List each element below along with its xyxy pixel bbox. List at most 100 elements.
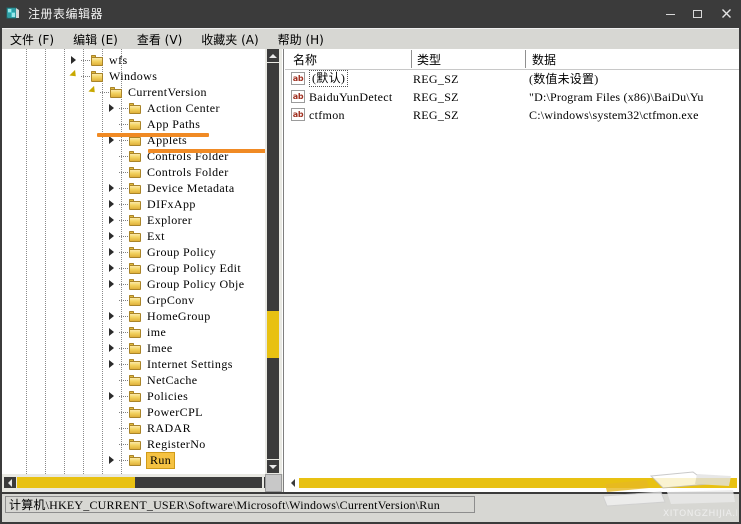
expand-arrow-icon[interactable] [106, 228, 119, 244]
window-title: 注册表编辑器 [28, 6, 104, 21]
expand-arrow-icon[interactable] [106, 308, 119, 324]
expand-arrow-icon[interactable] [68, 52, 81, 68]
tree-item-label: Device Metadata [147, 180, 235, 195]
column-header-name[interactable]: 名称 [293, 51, 317, 68]
value-type: REG_SZ [413, 90, 459, 104]
tree-item[interactable]: Explorer [106, 212, 193, 228]
tree-item[interactable]: Group Policy Edit [106, 260, 242, 276]
status-bar: 计算机\HKEY_CURRENT_USER\Software\Microsoft… [2, 494, 739, 522]
folder-icon [128, 374, 143, 387]
column-divider-2[interactable] [525, 50, 526, 68]
expand-arrow-icon[interactable] [106, 324, 119, 340]
scroll-up-button[interactable] [267, 49, 279, 62]
tree-connector [100, 84, 109, 100]
tree-item-label: App Paths [147, 116, 201, 131]
expand-arrow-icon[interactable] [106, 276, 119, 292]
expand-arrow-icon[interactable] [106, 388, 119, 404]
menu-item-help[interactable]: 帮助 (H) [278, 31, 324, 48]
registry-icon [5, 5, 21, 21]
twisty-spacer [106, 116, 119, 132]
tree-vscroll-thumb[interactable] [267, 311, 279, 358]
minimize-icon[interactable] [657, 0, 684, 26]
tree-vertical-scrollbar[interactable] [265, 49, 282, 474]
tree-hscroll-thumb[interactable] [17, 477, 135, 488]
collapse-arrow-icon[interactable] [68, 68, 81, 84]
tree-vscroll-track[interactable] [267, 63, 279, 459]
value-row[interactable]: ab BaiduYunDetect REG_SZ "D:\Program Files … [285, 89, 739, 105]
value-row[interactable]: ab (默认) REG_SZ (数值未设置) [285, 70, 739, 87]
tree-item[interactable]: App Paths [106, 116, 201, 132]
tree-item[interactable]: Action Center [106, 100, 221, 116]
tree-item[interactable]: GrpConv [106, 292, 195, 308]
registry-tree[interactable]: wfs Windows CurrentVersion Action Center App… [2, 49, 262, 474]
expand-arrow-icon[interactable] [106, 340, 119, 356]
tree-item[interactable]: Controls Folder [106, 164, 230, 180]
expand-arrow-icon[interactable] [106, 212, 119, 228]
menu-item-edit[interactable]: 编辑 (E) [73, 31, 118, 48]
list-scroll-left-button[interactable] [287, 478, 298, 488]
tree-hscroll-track[interactable] [17, 477, 262, 488]
expand-arrow-icon[interactable] [106, 100, 119, 116]
folder-icon [128, 150, 143, 163]
registry-tree-panel[interactable]: wfs Windows CurrentVersion Action Center App… [2, 49, 284, 492]
expand-arrow-icon[interactable] [106, 452, 119, 468]
column-divider-1[interactable] [411, 50, 412, 68]
menu-item-file[interactable]: 文件 (F) [10, 31, 54, 48]
tree-item[interactable]: PowerCPL [106, 404, 204, 420]
menu-item-favorites[interactable]: 收藏夹 (A) [201, 31, 258, 48]
tree-item-label: PowerCPL [147, 404, 203, 419]
menu-item-view[interactable]: 查看 (V) [137, 31, 182, 48]
folder-icon [109, 86, 124, 99]
tree-connector [119, 196, 128, 212]
registry-values-panel[interactable]: 名称 类型 数据 ab (默认) REG_SZ (数值未设置) ab BaiduYunDe… [285, 49, 739, 492]
tree-item[interactable]: RegisterNo [106, 436, 207, 452]
string-value-icon: ab [291, 72, 305, 85]
tree-item[interactable]: Group Policy [106, 244, 217, 260]
tree-item[interactable]: Group Policy Obje [106, 276, 245, 292]
tree-item[interactable]: Imee [106, 340, 174, 356]
tree-item[interactable]: ime [106, 324, 167, 340]
list-horizontal-scrollbar[interactable] [285, 474, 739, 492]
tree-item[interactable]: Internet Settings [106, 356, 234, 372]
value-data: "D:\Program Files (x86)\BaiDu\Yu [529, 90, 704, 104]
tree-item[interactable]: CurrentVersion [87, 84, 208, 100]
value-data: C:\windows\system32\ctfmon.exe [529, 108, 699, 122]
tree-item-label: DIFxApp [147, 196, 196, 211]
tree-item[interactable]: HomeGroup [106, 308, 212, 324]
expand-arrow-icon[interactable] [106, 244, 119, 260]
folder-icon [128, 278, 143, 291]
value-row[interactable]: ab ctfmon REG_SZ C:\windows\system32\ctfmon… [285, 107, 739, 123]
tree-connector [119, 404, 128, 420]
close-icon[interactable] [711, 0, 741, 26]
tree-item-selected[interactable]: Run [106, 451, 176, 469]
maximize-icon[interactable] [684, 0, 711, 26]
tree-connector [119, 116, 128, 132]
tree-item[interactable]: wfs [68, 52, 129, 68]
scroll-left-button[interactable] [4, 477, 16, 488]
tree-item[interactable]: Device Metadata [106, 180, 236, 196]
expand-arrow-icon[interactable] [106, 356, 119, 372]
tree-guide-line [45, 49, 46, 474]
expand-arrow-icon[interactable] [106, 260, 119, 276]
tree-connector [119, 308, 128, 324]
tree-item[interactable]: DIFxApp [106, 196, 197, 212]
tree-item[interactable]: RADAR [106, 420, 192, 436]
list-hscroll-thumb[interactable] [299, 478, 737, 488]
twisty-spacer [106, 164, 119, 180]
collapse-arrow-icon[interactable] [87, 84, 100, 100]
client-area: wfs Windows CurrentVersion Action Center App… [2, 49, 739, 492]
column-header-type[interactable]: 类型 [417, 51, 441, 68]
tree-item[interactable]: Policies [106, 388, 189, 404]
tree-item[interactable]: NetCache [106, 372, 199, 388]
expand-arrow-icon[interactable] [106, 196, 119, 212]
tree-item[interactable]: Windows [68, 68, 158, 84]
tree-item-label: Windows [109, 68, 158, 83]
folder-icon [90, 54, 105, 67]
expand-arrow-icon[interactable] [106, 180, 119, 196]
tree-item[interactable]: Ext [106, 228, 166, 244]
column-header-data[interactable]: 数据 [532, 51, 556, 68]
tree-connector [119, 324, 128, 340]
twisty-spacer [106, 420, 119, 436]
tree-horizontal-scrollbar[interactable] [2, 474, 283, 492]
scroll-down-button[interactable] [267, 460, 279, 473]
